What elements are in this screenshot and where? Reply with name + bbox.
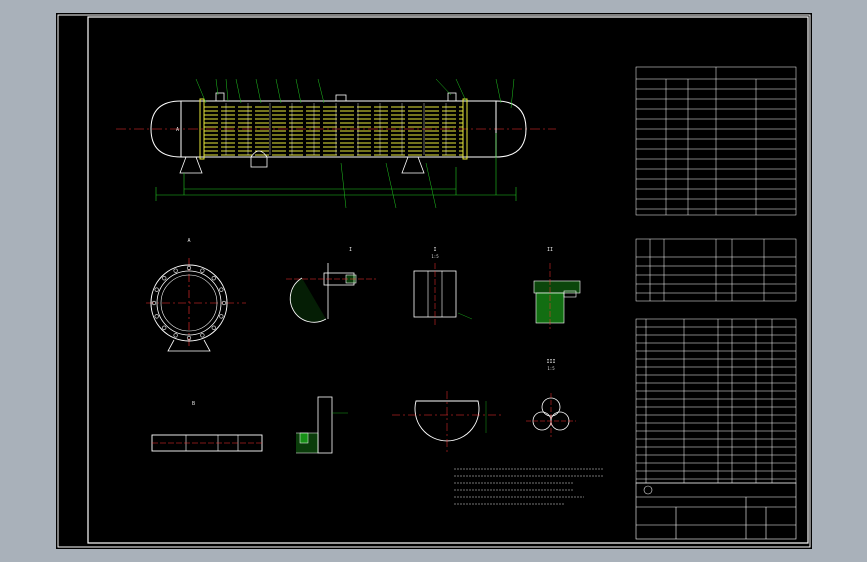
detail-three-scale: 1:5 xyxy=(547,366,555,371)
svg-text:A: A xyxy=(176,127,179,133)
bolt-hole xyxy=(162,325,167,330)
section-b-label: B xyxy=(192,401,195,407)
design-data-table xyxy=(635,66,797,216)
support-plate-view: B xyxy=(151,401,263,452)
baffle-view xyxy=(392,391,501,453)
title-block xyxy=(635,482,797,540)
bolt-hole xyxy=(200,268,205,273)
detail-one-view: I xyxy=(286,247,376,323)
weld-detail-view xyxy=(296,396,348,454)
bolt-hole xyxy=(219,287,224,292)
section-a-label: A xyxy=(187,238,190,244)
heat-exchanger-elevation: A xyxy=(116,78,556,209)
parts-list-table xyxy=(635,318,797,484)
bolt-hole xyxy=(211,276,216,281)
bolt-hole xyxy=(154,314,159,319)
detail-two-view: II xyxy=(533,247,581,329)
bolt-hole xyxy=(162,276,167,281)
detail-tube-scale: 1:5 xyxy=(431,254,439,259)
detail-two-label: II xyxy=(547,247,553,253)
cad-viewport[interactable]: A A I I 1:5 II III 1:5 B xyxy=(0,0,867,562)
detail-tube-label: I xyxy=(433,247,436,253)
nozzle-table xyxy=(635,238,797,302)
drawing-canvas[interactable]: A A I I 1:5 II III 1:5 B xyxy=(56,13,812,549)
technical-notes xyxy=(454,468,604,505)
drawing-sheet: A A I I 1:5 II III 1:5 B xyxy=(57,14,811,548)
detail-three-label: III xyxy=(546,359,555,365)
bolt-hole xyxy=(173,333,178,338)
detail-one-label: I xyxy=(349,247,352,253)
tube-pitch-view: III 1:5 xyxy=(526,359,576,437)
flange-section-view: A xyxy=(146,238,246,352)
bolt-hole xyxy=(154,287,159,292)
bolt-hole xyxy=(219,314,224,319)
bolt-hole xyxy=(211,325,216,330)
bolt-hole xyxy=(173,268,178,273)
detail-tube-view: I 1:5 xyxy=(413,247,473,325)
outer-frame xyxy=(57,14,811,548)
bolt-hole xyxy=(200,333,205,338)
